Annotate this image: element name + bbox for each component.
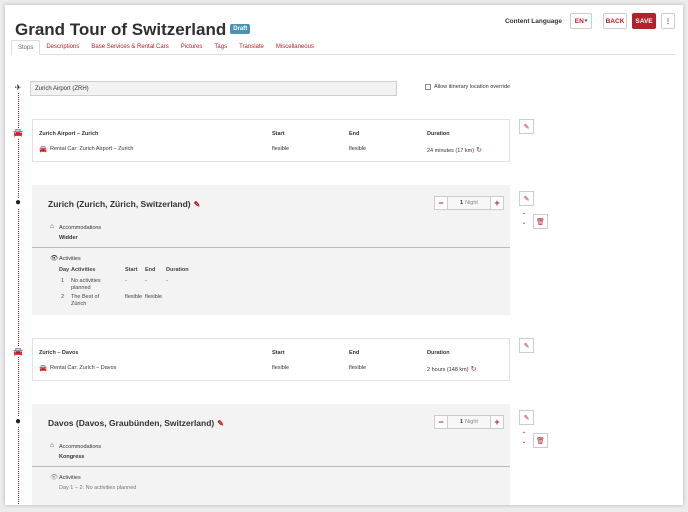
eye-icon: 👁 (50, 474, 59, 481)
car-icon: 🚘 (13, 128, 23, 138)
map-pin-icon: ● (13, 197, 23, 208)
leg-service: Rental Car: Zurich – Davos (50, 365, 117, 371)
activities-column-header: Activities (71, 267, 96, 273)
transfer-leg-card: Zurich Airport – Zurich Start End Durati… (32, 119, 510, 162)
tab-pictures[interactable]: Pictures (175, 40, 209, 55)
transfer-leg-card: Zurich – Davos Start End Duration 🚘 Rent… (32, 338, 510, 381)
section-divider (32, 247, 510, 248)
page-title: Grand Tour of Switzerland Draft (15, 20, 251, 40)
end-column-header: End (349, 350, 360, 356)
override-checkbox[interactable] (425, 84, 431, 90)
app-window: Grand Tour of Switzerland Draft Content L… (5, 5, 683, 505)
eye-icon: 👁 (50, 255, 59, 262)
leg-end: flexible (349, 365, 367, 371)
edit-stop-button[interactable]: ✎ (519, 410, 534, 425)
reorder-arrows-icon[interactable]: ⌃ ⌄ (519, 432, 529, 446)
edit-leg-button[interactable]: ✎ (519, 338, 534, 353)
itinerary-timeline (18, 92, 19, 505)
refresh-icon[interactable]: ↻ (471, 366, 477, 373)
car-icon: 🚘 (39, 146, 48, 153)
accommodations-label: Accommodations (59, 225, 102, 231)
start-column-header: Start (272, 350, 285, 356)
end-column-header: End (349, 131, 360, 137)
stop-card: Zurich (Zurich, Zürich, Switzerland) ✎ − … (32, 185, 510, 315)
duration-column-header: Duration (427, 131, 450, 137)
stop-card: Davos (Davos, Graubünden, Switzerland) ✎ … (32, 404, 510, 505)
hotel-icon: ⌂ (50, 442, 54, 449)
car-icon: 🚘 (39, 365, 48, 372)
day-column-header: Day (59, 267, 70, 273)
edit-leg-button[interactable]: ✎ (519, 119, 534, 134)
more-options-button[interactable]: ⋮ (661, 13, 675, 29)
edit-stop-button[interactable]: ✎ (519, 191, 534, 206)
delete-stop-button[interactable]: 🗑 (533, 214, 548, 229)
duration-column-header: Duration (166, 267, 189, 273)
edit-pencil-icon[interactable]: ✎ (217, 419, 224, 428)
activity-name: The Best of Zürich (71, 294, 100, 307)
edit-pencil-icon[interactable]: ✎ (194, 200, 201, 209)
top-toolbar: Content Language EN ▾ BACK SAVE ⋮ (505, 13, 675, 29)
tab-stops[interactable]: Stops (11, 40, 41, 55)
leg-route: Zurich – Davos (39, 350, 79, 356)
car-icon: 🚘 (13, 347, 23, 357)
location-override-toggle[interactable]: Allow itinerary location override (425, 84, 510, 90)
start-column-header: Start (272, 131, 285, 137)
nights-value[interactable]: 1 Night (448, 196, 490, 210)
nights-stepper[interactable]: − 1 Night + (434, 415, 504, 429)
end-column-header: End (145, 267, 156, 273)
leg-start: flexible (272, 146, 290, 152)
stop-title: Zurich (Zurich, Zürich, Switzerland) ✎ (48, 199, 201, 209)
activity-name: No activities planned (71, 278, 101, 291)
status-badge: Draft (230, 23, 251, 34)
back-button[interactable]: BACK (603, 13, 627, 29)
activity-end: - (145, 278, 147, 284)
nights-stepper[interactable]: − 1 Night + (434, 196, 504, 210)
decrease-nights-button[interactable]: − (434, 196, 448, 210)
section-divider (32, 466, 510, 467)
leg-service: Rental Car: Zurich Airport – Zurich (50, 146, 134, 152)
save-button[interactable]: SAVE (632, 13, 656, 29)
activity-start: - (125, 278, 127, 284)
content-language-label: Content Language (504, 17, 562, 25)
map-pin-icon: ● (13, 416, 23, 427)
tab-miscellaneous[interactable]: Miscellaneous (270, 40, 320, 55)
leg-duration: 24 minutes (17 km) ↻ (427, 147, 482, 154)
activities-summary: Day 1 – 2: No activities planned (59, 485, 137, 491)
increase-nights-button[interactable]: + (490, 196, 504, 210)
activity-day: 2 (61, 294, 65, 300)
activity-start: flexible (125, 294, 143, 300)
activity-end: flexible (145, 294, 163, 300)
delete-stop-button[interactable]: 🗑 (533, 433, 548, 448)
leg-route: Zurich Airport – Zurich (39, 131, 99, 137)
tab-descriptions[interactable]: Descriptions (40, 40, 85, 55)
accommodations-label: Accommodations (59, 444, 102, 450)
activity-day: 1 (61, 278, 65, 284)
hotel-icon: ⌂ (50, 223, 54, 230)
decrease-nights-button[interactable]: − (434, 415, 448, 429)
nights-value[interactable]: 1 Night (448, 415, 490, 429)
airplane-icon: ✈ (13, 83, 23, 93)
accommodation-name: Kongress (59, 454, 85, 460)
language-select[interactable]: EN ▾ (570, 13, 592, 29)
tab-tags[interactable]: Tags (208, 40, 233, 55)
increase-nights-button[interactable]: + (490, 415, 504, 429)
leg-duration: 2 hours (148 km) ↻ (427, 366, 477, 373)
reorder-arrows-icon[interactable]: ⌃ ⌄ (519, 213, 529, 227)
caret-down-icon: ▾ (584, 18, 588, 24)
tab-base-services[interactable]: Base Services & Rental Cars (85, 40, 174, 55)
tab-translate[interactable]: Translate (233, 40, 270, 55)
start-location-input[interactable]: Zurich Airport (ZRH) (30, 81, 397, 96)
activity-duration: - (166, 278, 168, 284)
refresh-icon[interactable]: ↻ (476, 147, 482, 154)
duration-column-header: Duration (427, 350, 450, 356)
leg-start: flexible (272, 365, 290, 371)
activities-label: Activities (59, 475, 81, 481)
stop-title: Davos (Davos, Graubünden, Switzerland) ✎ (48, 418, 224, 428)
leg-end: flexible (349, 146, 367, 152)
activities-label: Activities (59, 256, 81, 262)
accommodation-name: Widder (59, 235, 78, 241)
start-column-header: Start (125, 267, 138, 273)
tab-bar: Stops Descriptions Base Services & Renta… (11, 40, 675, 55)
